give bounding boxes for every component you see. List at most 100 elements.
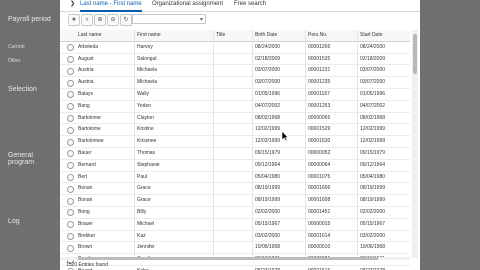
bg-label-payroll-period: Payroll period	[8, 16, 51, 23]
cell-pers-no: 00001530	[308, 138, 331, 145]
horizontal-scroll-thumb[interactable]	[78, 257, 378, 260]
cell-birth-date: 09/15/1979	[255, 149, 281, 156]
zoom-in-icon[interactable]: ⊕	[94, 14, 106, 26]
tab-last-name-first-name[interactable]: Last name - First name	[80, 0, 142, 12]
chevron-right-icon[interactable]: ❯	[70, 0, 75, 9]
cell-pers-no: 00001608	[308, 197, 331, 204]
row-select-radio[interactable]	[67, 244, 74, 252]
star-icon[interactable]: ★	[68, 14, 80, 26]
cell-first-name: Grace	[137, 185, 151, 192]
row-select-radio[interactable]	[67, 209, 74, 217]
header-start-date[interactable]: Start Date	[360, 30, 410, 41]
column-divider	[213, 30, 214, 258]
column-divider	[357, 30, 358, 258]
row-select-radio[interactable]	[67, 233, 74, 241]
cell-first-name: Paul	[137, 173, 148, 180]
cell-last-name: Bonan	[78, 185, 93, 192]
cell-last-name: August	[78, 55, 94, 62]
row-select-radio[interactable]	[67, 174, 74, 182]
row-select-radio[interactable]	[67, 44, 74, 52]
filter-icon[interactable]: ▿	[81, 14, 93, 26]
cell-first-name: Jennifer	[137, 244, 155, 251]
row-select-radio[interactable]	[67, 79, 74, 87]
tab-organizational-assignment[interactable]: Organizational assignment	[152, 0, 223, 10]
row-select-radio[interactable]	[67, 56, 74, 64]
cell-birth-date: 03/07/2000	[255, 67, 281, 74]
cell-last-name: Bauer	[78, 149, 92, 156]
cell-birth-date: 12/02/1999	[255, 126, 281, 133]
column-divider	[305, 30, 306, 258]
cell-pers-no: 00000015	[308, 220, 331, 227]
cell-first-name: Kaz	[137, 232, 146, 239]
cell-birth-date: 12/02/1999	[255, 138, 281, 145]
row-select-radio[interactable]	[67, 91, 74, 99]
cell-first-name: Clayton	[137, 114, 154, 121]
cell-birth-date: 08/24/2000	[255, 43, 281, 50]
cell-start-date: 09/12/1964	[360, 161, 386, 168]
cell-first-name: Billy	[137, 208, 147, 215]
row-select-radio[interactable]	[67, 115, 74, 123]
tab-free-search[interactable]: Free search	[234, 0, 266, 10]
cell-last-name: Balays	[78, 90, 94, 97]
cell-last-name: Brown	[78, 244, 93, 251]
background-left-panel: Payroll period Current Other Selection G…	[0, 0, 60, 270]
row-select-radio[interactable]	[67, 103, 74, 111]
cell-birth-date: 03/07/2000	[255, 79, 281, 86]
cell-birth-date: 10/06/1968	[255, 244, 281, 251]
entries-found-status: 1520 Entries found	[66, 262, 108, 268]
cell-birth-date: 04/07/2002	[255, 102, 281, 109]
cell-first-name: Harvey	[137, 43, 153, 50]
cell-last-name: Brekker	[78, 232, 96, 239]
vertical-scrollbar[interactable]	[412, 30, 418, 258]
vertical-scroll-thumb[interactable]	[413, 34, 417, 74]
cell-first-name: Salongul	[137, 55, 157, 62]
search-help-dialog: ❯ Last name - First name Organizational …	[60, 0, 420, 270]
cell-birth-date: 03/02/2000	[255, 232, 281, 239]
row-select-radio[interactable]	[67, 197, 74, 205]
refresh-icon[interactable]: ↻	[120, 14, 132, 26]
row-select-radio[interactable]	[67, 138, 74, 146]
cell-pers-no: 00001614	[308, 232, 331, 239]
header-birth-date[interactable]: Birth Date	[255, 30, 305, 41]
row-select-radio[interactable]	[67, 126, 74, 134]
cell-pers-no: 00001235	[308, 79, 331, 86]
cell-start-date: 04/07/2002	[360, 102, 386, 109]
header-pers-no[interactable]: Pers.No.	[308, 30, 356, 41]
cell-last-name: Bonan	[78, 197, 93, 204]
cell-first-name: Michael	[137, 220, 155, 227]
zoom-out-icon[interactable]: ⊖	[107, 14, 119, 26]
cell-last-name: Brauer	[78, 220, 94, 227]
cell-last-name: Austria	[78, 79, 94, 86]
cell-first-name: Thomas	[137, 149, 156, 156]
cell-last-name: Bong	[78, 208, 90, 215]
cell-last-name: Bartolome	[78, 114, 101, 121]
cell-first-name: Wally	[137, 90, 150, 97]
header-title[interactable]: Title	[216, 30, 248, 41]
row-select-radio[interactable]	[67, 221, 74, 229]
header-last-name[interactable]: Last name	[78, 30, 134, 41]
bg-label-log: Log	[8, 218, 20, 225]
row-select-radio[interactable]	[67, 150, 74, 158]
table-row[interactable]: BryantKobe08/23/19780000151608/23/1978	[60, 266, 410, 270]
cell-pers-no: 00001075	[308, 173, 331, 180]
horizontal-scrollbar[interactable]	[60, 257, 410, 260]
cell-birth-date: 02/18/2009	[255, 55, 281, 62]
cell-birth-date: 08/19/1999	[255, 197, 281, 204]
cell-start-date: 03/02/2000	[360, 232, 386, 239]
cell-last-name: Bernard	[78, 161, 96, 168]
cell-first-name: Yeden	[137, 102, 151, 109]
cell-last-name: Bang	[78, 102, 90, 109]
row-select-radio[interactable]	[67, 67, 74, 75]
row-select-radio[interactable]	[67, 185, 74, 193]
cell-pers-no: 00001266	[308, 43, 331, 50]
row-select-radio[interactable]	[67, 162, 74, 170]
layout-dropdown[interactable]: ▾	[132, 14, 206, 24]
cell-start-date: 02/02/2000	[360, 208, 386, 215]
cell-pers-no: 00000065	[308, 114, 331, 121]
cell-birth-date: 01/05/1996	[255, 90, 281, 97]
header-first-name[interactable]: First name	[137, 30, 212, 41]
cell-last-name: Austria	[78, 67, 94, 74]
cell-start-date: 08/19/1999	[360, 197, 386, 204]
cell-start-date: 08/24/2000	[360, 43, 386, 50]
cell-birth-date: 08/02/1968	[255, 114, 281, 121]
